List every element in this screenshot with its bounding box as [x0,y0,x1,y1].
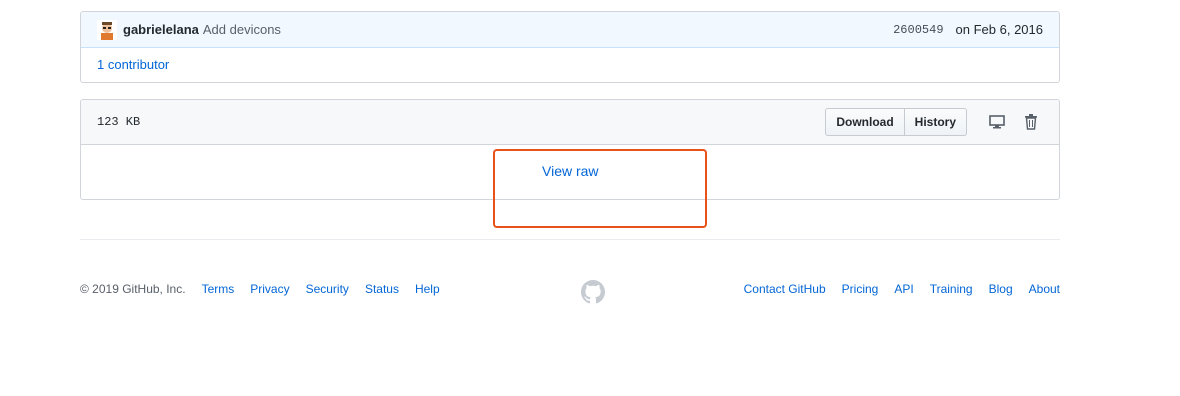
file-size: 123 KB [97,115,141,129]
file-button-group: Download History [825,108,967,136]
highlight-box [493,149,707,228]
footer-link-help[interactable]: Help [415,282,440,296]
contributors-link[interactable]: 1 contributor [97,57,169,72]
download-button[interactable]: Download [825,108,905,136]
footer-link-blog[interactable]: Blog [989,282,1013,296]
commit-meta: 2600549 on Feb 6, 2016 [893,22,1043,37]
footer-link-status[interactable]: Status [365,282,399,296]
author-avatar[interactable] [97,19,117,40]
footer-link-training[interactable]: Training [930,282,973,296]
trash-icon[interactable] [1019,110,1043,134]
file-header: 123 KB Download History [81,100,1059,145]
contributors-row: 1 contributor [81,48,1059,81]
commit-tease: gabrielelana Add devicons 2600549 on Feb… [80,11,1060,83]
footer-link-terms[interactable]: Terms [202,282,235,296]
footer-copyright: © 2019 GitHub, Inc. [80,282,186,296]
commit-sha[interactable]: 2600549 [893,23,943,37]
footer-link-security[interactable]: Security [306,282,349,296]
file-actions: Download History [825,108,1043,136]
commit-author[interactable]: gabrielelana [123,22,199,37]
footer-divider [80,239,1060,240]
footer-link-pricing[interactable]: Pricing [842,282,879,296]
footer-link-about[interactable]: About [1029,282,1060,296]
github-mark-icon[interactable] [581,280,605,304]
commit-date: on Feb 6, 2016 [955,22,1043,37]
history-button[interactable]: History [904,108,967,136]
footer-link-api[interactable]: API [894,282,913,296]
desktop-icon[interactable] [985,110,1009,134]
commit-header: gabrielelana Add devicons 2600549 on Feb… [81,12,1059,48]
footer-link-privacy[interactable]: Privacy [250,282,289,296]
commit-message[interactable]: Add devicons [203,22,281,37]
footer-link-contact[interactable]: Contact GitHub [744,282,826,296]
footer-left: © 2019 GitHub, Inc. Terms Privacy Securi… [80,282,456,296]
footer-right: Contact GitHub Pricing API Training Blog… [728,282,1060,296]
